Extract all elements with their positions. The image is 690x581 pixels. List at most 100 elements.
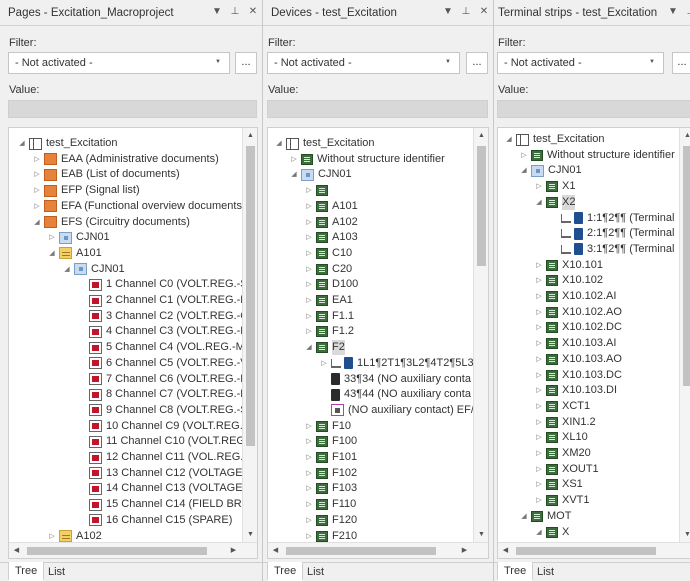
tree-node[interactable]: ◢ test_Excitation bbox=[504, 132, 605, 147]
expand-icon[interactable]: ▷ bbox=[534, 399, 544, 414]
tree-node[interactable]: ◢ CJN01 bbox=[519, 163, 582, 178]
expand-icon[interactable]: ▷ bbox=[304, 215, 314, 230]
tree-node[interactable]: ◢ test_Excitation bbox=[17, 136, 118, 151]
expand-icon[interactable]: ▷ bbox=[534, 430, 544, 445]
horizontal-scrollbar[interactable]: ◀ bbox=[498, 542, 690, 558]
scroll-down-icon[interactable]: ▼ bbox=[243, 527, 257, 542]
expand-icon[interactable]: ▷ bbox=[304, 262, 314, 277]
expand-icon[interactable]: ▷ bbox=[534, 273, 544, 288]
terminal-strips-tree[interactable]: ◢ X ◢ MOT ▷ XVT1 ▷ XS1 ▷ XOUT1 ▷ XM20 ▷ XL10 ▷ XIN1.2 ▷ X… bbox=[497, 127, 690, 559]
collapse-icon[interactable]: ◢ bbox=[304, 340, 314, 355]
pages-tree[interactable]: ▷ A102 16 Channel C15 (SPARE) 15 Channel C1… bbox=[8, 127, 258, 559]
value-field[interactable] bbox=[8, 100, 257, 118]
expand-icon[interactable]: ▷ bbox=[534, 368, 544, 383]
tree-node[interactable]: ▷ XVT1 bbox=[534, 493, 590, 508]
expand-icon[interactable]: ▷ bbox=[534, 289, 544, 304]
tree-node[interactable]: ▷ F1.1 bbox=[304, 309, 354, 324]
tree-node[interactable]: ▷ XM20 bbox=[534, 446, 591, 461]
close-icon[interactable]: ✕ bbox=[479, 6, 489, 17]
tree-node[interactable]: 5 Channel C4 (VOL.REG.-MA bbox=[77, 340, 252, 355]
expand-icon[interactable]: ▷ bbox=[304, 513, 314, 528]
expand-icon[interactable]: ▷ bbox=[304, 450, 314, 465]
filter-dropdown[interactable]: - Not activated - ▼ bbox=[8, 52, 230, 74]
tab-tree[interactable]: Tree bbox=[8, 562, 45, 581]
tree-node[interactable]: ▷ F120 bbox=[304, 513, 357, 528]
tree-node[interactable]: ▷ X10.103.AI bbox=[534, 336, 616, 351]
tree-node[interactable]: ▷ 1L1¶2T1¶3L2¶4T2¶5L3 bbox=[319, 356, 474, 371]
tree-node[interactable]: ▷ F101 bbox=[304, 450, 357, 465]
expand-icon[interactable]: ▷ bbox=[32, 152, 42, 167]
tree-node[interactable]: 7 Channel C6 (VOLT.REG.-PR bbox=[77, 372, 256, 387]
expand-icon[interactable]: ▷ bbox=[319, 356, 329, 371]
expand-icon[interactable]: ▷ bbox=[519, 148, 529, 163]
tree-node[interactable]: ▷ X10.103.AO bbox=[534, 352, 622, 367]
collapse-icon[interactable]: ◢ bbox=[274, 136, 284, 151]
vertical-scrollbar[interactable]: ▲ ▼ bbox=[242, 128, 257, 542]
tree-node[interactable]: 9 Channel C8 (VOLT.REG.-SE bbox=[77, 403, 255, 418]
tree-node[interactable]: ▷ XS1 bbox=[534, 477, 583, 492]
tree-node[interactable]: ▷ EA1 bbox=[304, 293, 353, 308]
scroll-thumb[interactable] bbox=[683, 146, 690, 386]
expand-icon[interactable]: ▷ bbox=[304, 246, 314, 261]
tree-node[interactable]: ▷ F100 bbox=[304, 434, 357, 449]
expand-icon[interactable]: ▷ bbox=[304, 199, 314, 214]
scroll-thumb[interactable] bbox=[477, 146, 486, 266]
tree-node[interactable]: ▷ X10.102.DC bbox=[534, 320, 622, 335]
tree-node[interactable]: ◢ X bbox=[534, 525, 569, 540]
expand-icon[interactable]: ▷ bbox=[534, 462, 544, 477]
tree-node[interactable]: ◢ A101 bbox=[47, 246, 102, 261]
expand-icon[interactable]: ▷ bbox=[534, 352, 544, 367]
expand-icon[interactable]: ▷ bbox=[304, 277, 314, 292]
scroll-down-icon[interactable]: ▼ bbox=[474, 527, 488, 542]
expand-icon[interactable]: ▷ bbox=[304, 309, 314, 324]
tree-node[interactable]: ▷ X10.103.DC bbox=[534, 368, 622, 383]
tree-node[interactable]: ▷ F110 bbox=[304, 497, 356, 512]
scroll-thumb[interactable] bbox=[246, 146, 255, 446]
expand-icon[interactable]: ▷ bbox=[47, 230, 57, 245]
scroll-right-icon[interactable]: ▶ bbox=[457, 543, 472, 558]
tree-node[interactable]: 6 Channel C5 (VOLT.REG.-VA bbox=[77, 356, 254, 371]
collapse-icon[interactable]: ◢ bbox=[519, 163, 529, 178]
pin-icon[interactable]: ⊥ bbox=[686, 6, 690, 17]
expand-icon[interactable]: ▷ bbox=[534, 258, 544, 273]
filter-dropdown[interactable]: - Not activated - ▼ bbox=[497, 52, 664, 74]
tree-node[interactable]: ▷ EFP (Signal list) bbox=[32, 183, 140, 198]
tree-node[interactable]: ◢ CJN01 bbox=[62, 262, 125, 277]
tree-node[interactable]: 4 Channel C3 (VOLT.REG.-EX bbox=[77, 324, 255, 339]
tree-node[interactable]: ▷ F10 bbox=[304, 419, 351, 434]
scroll-thumb-h[interactable] bbox=[27, 547, 207, 555]
tree-node[interactable]: ◢ test_Excitation bbox=[274, 136, 375, 151]
pin-icon[interactable]: ⊥ bbox=[230, 6, 240, 17]
filter-dropdown[interactable]: - Not activated - ▼ bbox=[267, 52, 460, 74]
tab-tree[interactable]: Tree bbox=[267, 562, 304, 581]
expand-icon[interactable]: ▷ bbox=[304, 466, 314, 481]
vertical-scrollbar[interactable]: ▲ ▼ bbox=[473, 128, 488, 542]
expand-icon[interactable]: ▷ bbox=[304, 434, 314, 449]
tree-node[interactable]: 2 Channel C1 (VOLT.REG.-PA bbox=[77, 293, 254, 308]
tab-list[interactable]: List bbox=[531, 563, 560, 581]
tree-node[interactable]: ▷ EFA (Functional overview documents) bbox=[32, 199, 246, 214]
expand-icon[interactable]: ▷ bbox=[534, 446, 544, 461]
scroll-thumb-h[interactable] bbox=[286, 547, 436, 555]
expand-icon[interactable]: ▷ bbox=[534, 493, 544, 508]
scroll-right-icon[interactable]: ▶ bbox=[226, 543, 241, 558]
tree-node[interactable]: ◢ CJN01 bbox=[289, 167, 352, 182]
tree-node[interactable]: ▷ C20 bbox=[304, 262, 352, 277]
tree-node[interactable]: 13 Channel C12 (VOLTAGE F bbox=[77, 466, 252, 481]
scroll-up-icon[interactable]: ▲ bbox=[243, 128, 257, 143]
tree-node[interactable]: ▷ bbox=[304, 183, 332, 198]
tree-node[interactable]: ▷ X10.101 bbox=[534, 258, 603, 273]
tree-node[interactable]: 15 Channel C14 (FIELD BREA bbox=[77, 497, 256, 512]
expand-icon[interactable]: ▷ bbox=[534, 336, 544, 351]
devices-tree[interactable]: ▷ F210 ▷ F120 ▷ F110 ▷ F103 ▷ F102 ▷ F101 ▷ F100 ▷ F10(… bbox=[267, 127, 489, 559]
tree-node[interactable]: 16 Channel C15 (SPARE) bbox=[77, 513, 232, 528]
tab-list[interactable]: List bbox=[301, 563, 330, 581]
tree-node[interactable]: ▷ F102 bbox=[304, 466, 357, 481]
collapse-icon[interactable]: ◢ bbox=[17, 136, 27, 151]
tree-node[interactable]: (NO auxiliary contact) EF/ bbox=[319, 403, 474, 418]
expand-icon[interactable]: ▷ bbox=[304, 293, 314, 308]
tree-node[interactable]: ▷ D100 bbox=[304, 277, 358, 292]
tree-node[interactable]: 1:1¶2¶¶ (Terminal bbox=[549, 211, 674, 226]
expand-icon[interactable]: ▷ bbox=[304, 324, 314, 339]
expand-icon[interactable]: ▷ bbox=[32, 167, 42, 182]
